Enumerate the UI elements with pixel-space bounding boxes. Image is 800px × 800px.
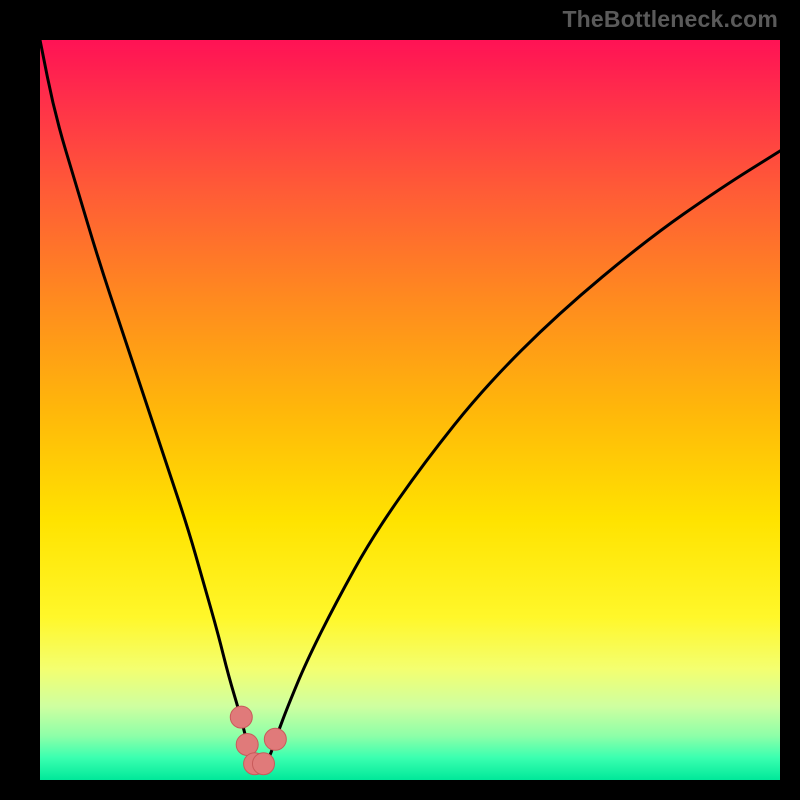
curve-marker xyxy=(230,706,252,728)
bottleneck-curve xyxy=(40,40,780,768)
curve-marker xyxy=(252,753,274,775)
chart-frame: TheBottleneck.com xyxy=(0,0,800,800)
curve-marker xyxy=(264,728,286,750)
plot-area xyxy=(40,40,780,780)
curve-marker xyxy=(236,733,258,755)
watermark-text: TheBottleneck.com xyxy=(562,6,778,33)
curve-layer xyxy=(40,40,780,780)
curve-markers xyxy=(230,706,286,775)
